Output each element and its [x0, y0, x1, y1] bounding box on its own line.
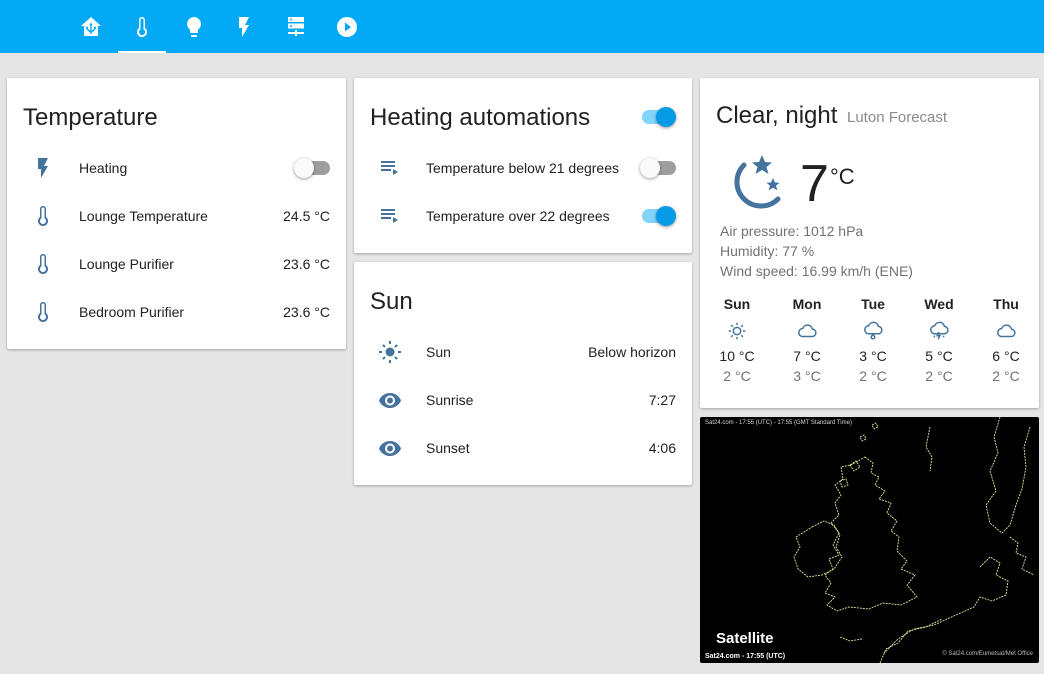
forecast-low: 3 °C: [793, 368, 821, 384]
forecast-low: 2 °C: [925, 368, 953, 384]
forecast-low: 2 °C: [992, 368, 1020, 384]
satellite-map-image: [793, 417, 1036, 663]
forecast-high: 5 °C: [925, 348, 953, 364]
entity-row-sunset[interactable]: Sunset 4:06: [354, 424, 692, 472]
forecast-high: 3 °C: [859, 348, 887, 364]
automation-row[interactable]: Temperature over 22 degrees: [354, 192, 692, 240]
flash-icon: [38, 158, 48, 178]
group-toggle[interactable]: [640, 107, 676, 127]
heating-automations-card: Heating automations Temperature below 21…: [354, 78, 692, 253]
forecast-day-name: Wed: [924, 296, 954, 312]
entity-name: Heating: [79, 160, 128, 176]
card-title: Sun: [370, 288, 413, 315]
entity-row-heating[interactable]: Heating: [7, 144, 346, 192]
entity-row-sun[interactable]: Sun Below horizon: [354, 328, 692, 376]
playlist-play-icon: [381, 209, 398, 223]
forecast-day-name: Thu: [993, 296, 1019, 312]
entity-value: 23.6 °C: [283, 304, 330, 320]
forecast-day: Wed 5 °C 2 °C: [909, 296, 969, 386]
forecast-high: 7 °C: [793, 348, 821, 364]
automation-toggle[interactable]: [640, 206, 676, 226]
forecast-day: Sun 10 °C 2 °C: [707, 296, 767, 386]
satellite-credit: © Sat24.com/Eumetsat/Met Office: [942, 651, 1033, 657]
forecast-day: Tue 3 °C 2 °C: [843, 296, 903, 386]
entity-row-sunrise[interactable]: Sunrise 7:27: [354, 376, 692, 424]
weather-card[interactable]: Clear, night Luton Forecast 7 °C Air pre…: [700, 78, 1039, 408]
card-title: Temperature: [23, 104, 158, 131]
forecast-high: 6 °C: [992, 348, 1020, 364]
thermometer-icon: [38, 254, 48, 274]
entity-value: 23.6 °C: [283, 256, 330, 272]
top-toolbar: [0, 0, 1044, 53]
thermometer-icon: [137, 16, 147, 37]
lightbulb-icon: [187, 16, 201, 37]
current-temperature: 7: [800, 155, 829, 213]
thermometer-icon: [38, 206, 48, 226]
humidity: Humidity: 77 %: [720, 243, 815, 259]
tab-lights[interactable]: [170, 0, 218, 53]
automation-toggle[interactable]: [640, 158, 676, 178]
entity-value: Below horizon: [588, 344, 676, 360]
playlist-play-icon: [381, 161, 398, 175]
forecast-day-name: Mon: [792, 296, 822, 312]
flash-icon: [239, 16, 249, 37]
automation-name: Temperature below 21 degrees: [426, 160, 620, 176]
satellite-card[interactable]: Sat24.com - 17:55 (UTC) - 17:55 (GMT Sta…: [700, 417, 1039, 663]
night-moon-stars-icon: [734, 155, 781, 209]
cloudy-icon: [997, 324, 1016, 338]
entity-name: Bedroom Purifier: [79, 304, 185, 320]
entity-row-bedroom-purifier[interactable]: Bedroom Purifier 23.6 °C: [7, 288, 346, 336]
eye-icon: [379, 441, 401, 456]
weather-condition: Clear, night: [716, 102, 838, 129]
forecast-day-name: Tue: [861, 296, 885, 312]
server-icon: [288, 16, 304, 36]
entity-row-lounge-temperature[interactable]: Lounge Temperature 24.5 °C: [7, 192, 346, 240]
entity-name: Sunset: [426, 440, 470, 456]
tab-media[interactable]: [323, 0, 371, 53]
temperature-card: Temperature Heating Lounge Temperature 2…: [7, 78, 346, 349]
tab-power[interactable]: [220, 0, 268, 53]
entity-value: 24.5 °C: [283, 208, 330, 224]
cloudy-icon: [798, 324, 817, 338]
sun-card: Sun Sun Below horizon Sunrise 7:27 Sunse…: [354, 262, 692, 485]
thermometer-icon: [38, 302, 48, 322]
satellite-caption: Sat24.com - 17:55 (UTC): [705, 653, 786, 660]
entity-value: 7:27: [648, 392, 676, 408]
lightning-rain-icon: [930, 321, 949, 340]
home-assistant-icon: [81, 16, 101, 36]
entity-name: Lounge Purifier: [79, 256, 174, 272]
entity-row-lounge-purifier[interactable]: Lounge Purifier 23.6 °C: [7, 240, 346, 288]
heating-toggle[interactable]: [294, 158, 330, 178]
tab-home[interactable]: [67, 0, 115, 53]
forecast-low: 2 °C: [859, 368, 887, 384]
weather-location: Luton Forecast: [847, 109, 948, 126]
satellite-timestamp: Sat24.com - 17:55 (UTC) - 17:55 (GMT Sta…: [705, 420, 852, 426]
play-circle-icon: [337, 16, 357, 37]
tab-servers[interactable]: [272, 0, 320, 53]
entity-value: 4:06: [648, 440, 676, 456]
forecast-low: 2 °C: [723, 368, 751, 384]
wind-speed: Wind speed: 16.99 km/h (ENE): [720, 263, 913, 279]
rain-icon: [864, 321, 883, 340]
forecast-high: 10 °C: [719, 348, 755, 364]
sun-icon: [379, 341, 401, 363]
tab-temperature[interactable]: [118, 0, 166, 53]
sunny-icon: [728, 322, 746, 340]
air-pressure: Air pressure: 1012 hPa: [720, 223, 864, 239]
automation-name: Temperature over 22 degrees: [426, 208, 610, 224]
eye-icon: [379, 393, 401, 408]
card-title: Heating automations: [370, 104, 591, 131]
automation-row[interactable]: Temperature below 21 degrees: [354, 144, 692, 192]
entity-name: Lounge Temperature: [79, 208, 208, 224]
forecast-day-name: Sun: [723, 296, 751, 312]
temperature-unit: °C: [830, 164, 855, 189]
forecast-day: Thu 6 °C 2 °C: [976, 296, 1036, 386]
entity-name: Sunrise: [426, 392, 474, 408]
forecast-day: Mon 7 °C 3 °C: [777, 296, 837, 386]
entity-name: Sun: [426, 344, 451, 360]
satellite-title: Satellite: [716, 630, 774, 647]
